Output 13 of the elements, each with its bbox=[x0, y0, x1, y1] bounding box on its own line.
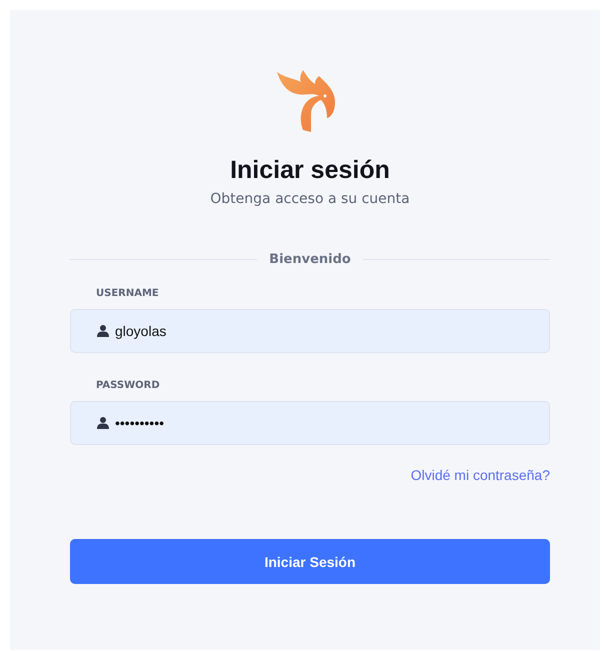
user-icon bbox=[97, 325, 109, 337]
input-field[interactable]: •••••••••• bbox=[70, 401, 550, 445]
subtitle: Obtenga acceso a su cuenta bbox=[210, 191, 410, 207]
field-value: •••••••••• bbox=[115, 415, 164, 431]
field-label: PASSWORD bbox=[95, 380, 160, 391]
field-label: USERNAME bbox=[95, 288, 159, 299]
page-title: Iniciar sesión bbox=[230, 156, 390, 185]
forgot-password-link[interactable]: Olvidé mi contraseña? bbox=[410, 467, 550, 483]
divider-label: Bienvenido bbox=[269, 252, 351, 267]
user-icon bbox=[97, 417, 109, 429]
field-value: gloyolas bbox=[115, 323, 166, 339]
login-button[interactable]: Iniciar Sesión bbox=[70, 539, 550, 584]
input-field[interactable]: gloyolas bbox=[70, 309, 550, 353]
